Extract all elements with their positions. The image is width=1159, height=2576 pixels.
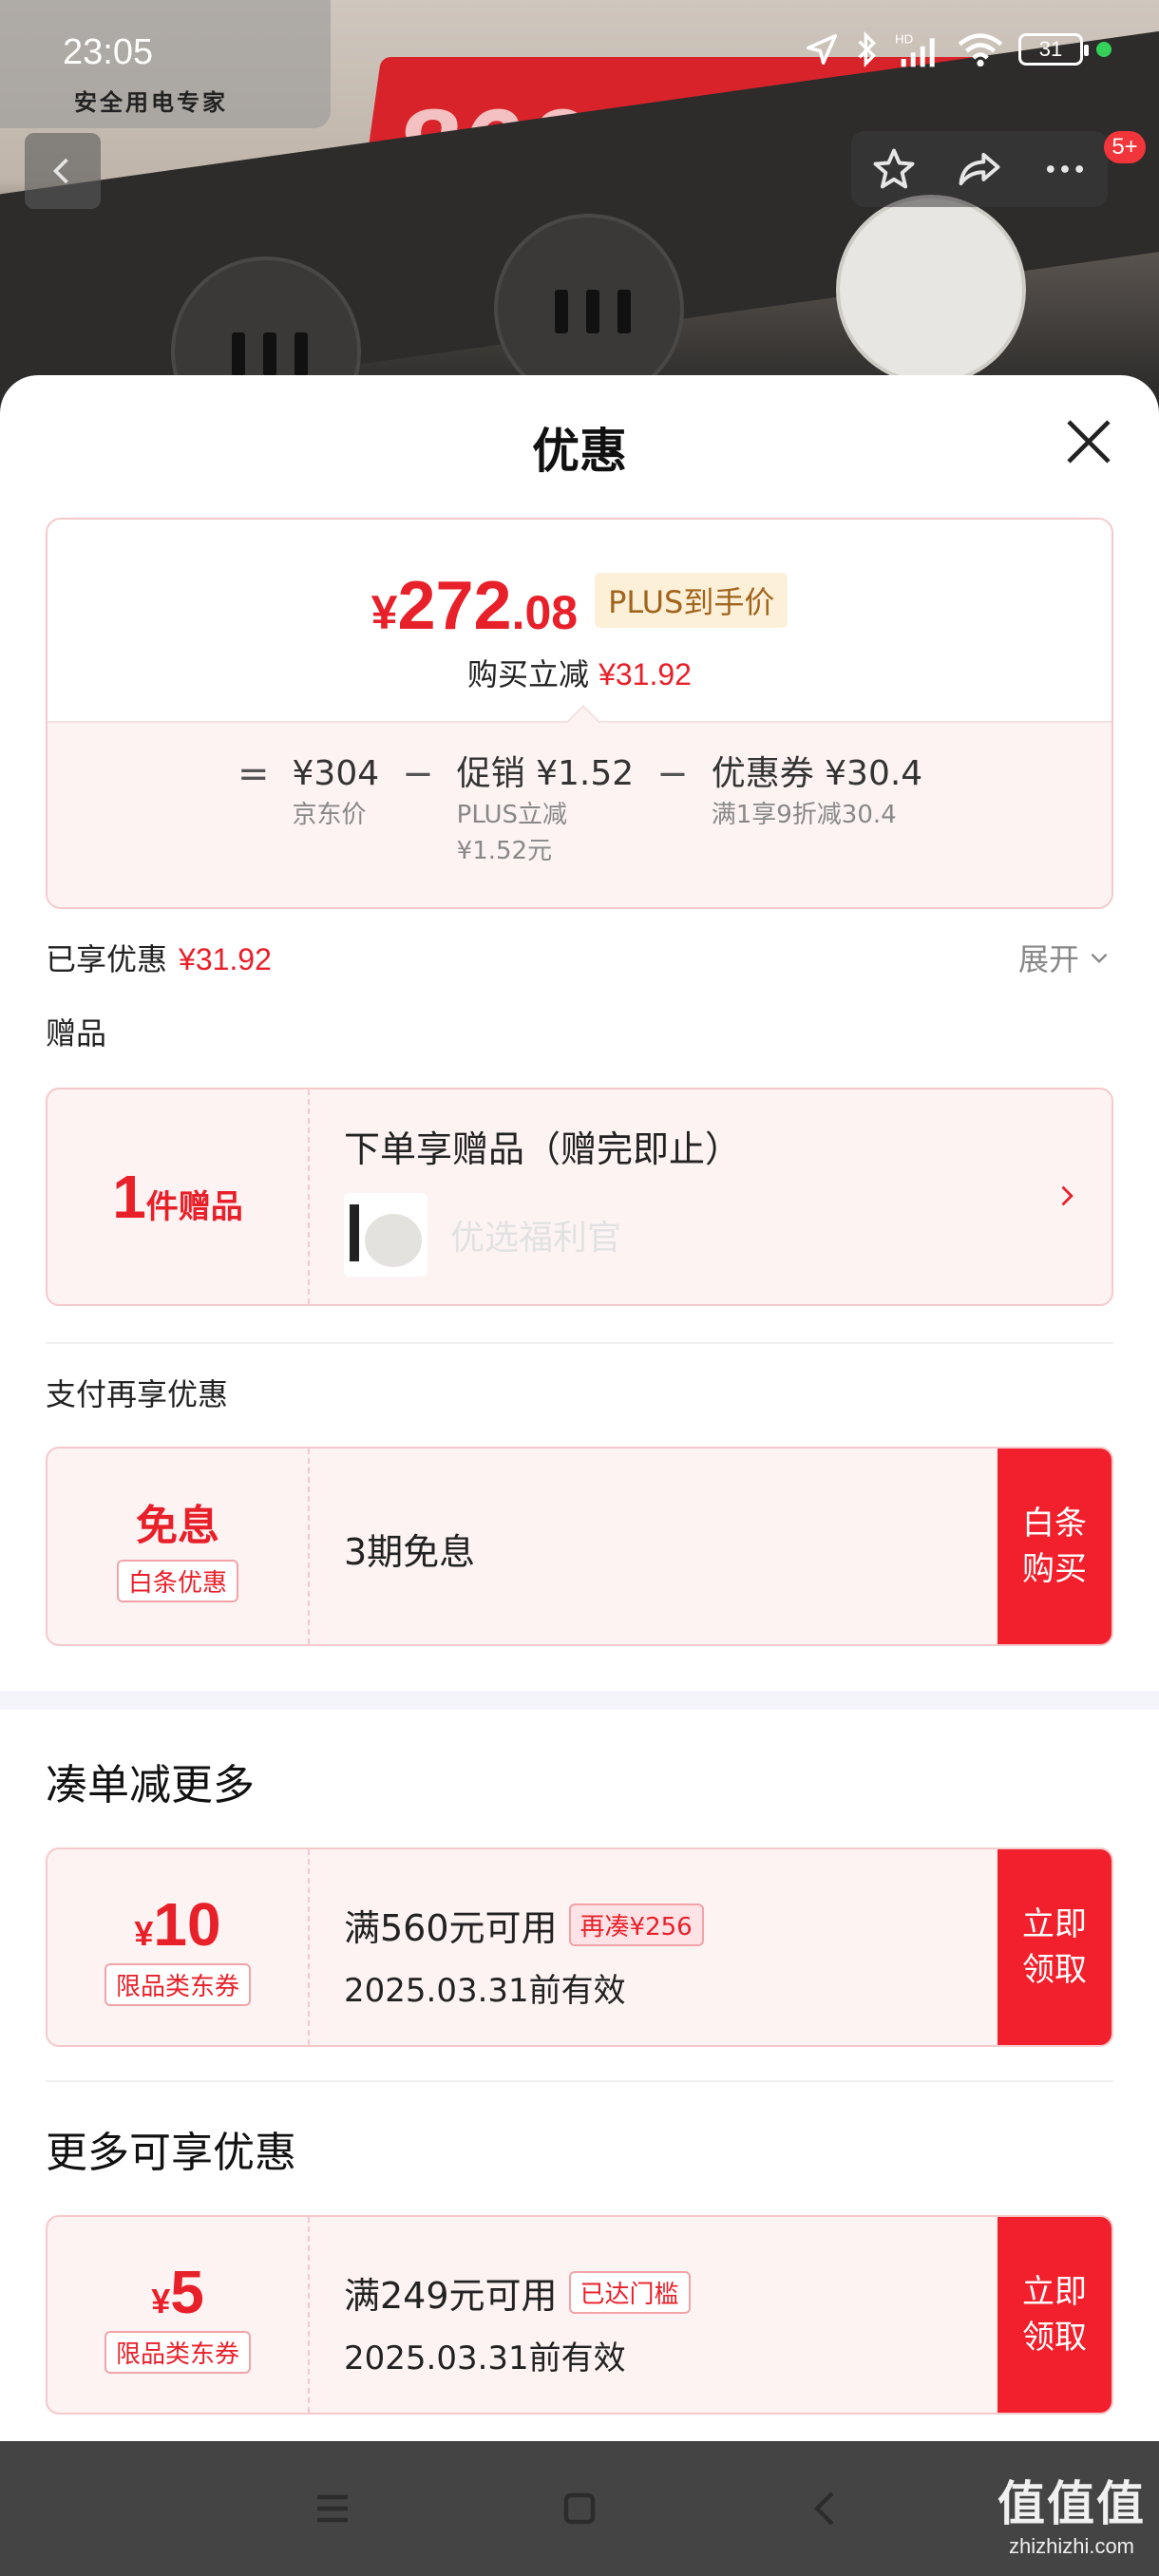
battery-indicator: 31 <box>1018 33 1089 66</box>
gift-thumbnail <box>344 1193 428 1277</box>
bluetooth-icon <box>858 30 877 68</box>
interest-free-title: 免息 <box>136 1501 219 1550</box>
back-button[interactable] <box>25 133 101 209</box>
threshold-met-chip: 已达门槛 <box>568 2271 691 2314</box>
price-formula: = ¥304 京东价 − 促销 ¥1.52 PLUS立减 ¥1.52元 − 优惠… <box>48 721 1112 907</box>
chevron-down-icon <box>1091 953 1108 964</box>
wifi-icon <box>958 33 1003 67</box>
coupon-card-5: ¥5 限品类东券 满249元可用 已达门槛 2025.03.31前有效 立即领取 <box>46 2215 1113 2415</box>
coupon-value: ¥5 <box>151 2257 204 2326</box>
system-navigation-bar <box>0 2441 1159 2576</box>
extra-section-title: 更多可享优惠 <box>46 2129 296 2177</box>
sheet-title: 优惠 <box>532 424 627 479</box>
brand-subtitle: 安全用电专家 <box>74 89 228 116</box>
gift-title: 下单享赠品（赠完即止） <box>344 1128 742 1170</box>
socket-right <box>836 195 1026 385</box>
jd-price: ¥304 京东价 <box>292 754 380 829</box>
signal-icon: HD <box>895 31 935 67</box>
more-section-title: 凑单减更多 <box>46 1761 255 1809</box>
status-time: 23:05 <box>63 32 154 72</box>
svg-text:HD: HD <box>895 31 913 46</box>
coupon-expiry: 2025.03.31前有效 <box>344 2339 626 2377</box>
chevron-right-icon <box>1061 1185 1074 1206</box>
back-arrow-icon[interactable] <box>804 2486 849 2531</box>
promo-discount: 促销 ¥1.52 PLUS立减 ¥1.52元 <box>456 754 635 865</box>
message-badge: 5+ <box>1104 131 1146 163</box>
coupon-add-more-chip: 再凑¥256 <box>568 1904 704 1946</box>
watermark: 值值值 zhizhizhi.com <box>998 2476 1146 2558</box>
coupon-condition: 满560元可用 <box>344 1907 558 1949</box>
chevron-left-icon <box>52 158 68 184</box>
final-price-row: ¥272.08 PLUS到手价 <box>48 567 1112 645</box>
location-arrow-icon <box>807 34 837 65</box>
share-icon[interactable] <box>955 144 1004 194</box>
baitiao-buy-button[interactable]: 白条购买 <box>998 1449 1112 1644</box>
brand-logo-box: 安全用电专家 <box>0 0 331 128</box>
price-summary-card: ¥272.08 PLUS到手价 购买立减 ¥31.92 = ¥304 京东价 − … <box>46 518 1113 909</box>
close-icon[interactable] <box>1062 415 1115 468</box>
socket-middle <box>494 214 684 399</box>
coupon-expiry: 2025.03.31前有效 <box>344 1972 626 2010</box>
pay-section-label: 支付再享优惠 <box>46 1376 229 1412</box>
coupon-discount: 优惠券 ¥30.4 满1享9折减30.4 <box>711 754 923 829</box>
coupon-value: ¥10 <box>134 1889 221 1959</box>
more-dots-icon[interactable] <box>1040 144 1090 194</box>
expand-button[interactable]: 展开 <box>1018 936 1112 979</box>
claim-coupon-button[interactable]: 立即领取 <box>998 2217 1112 2413</box>
enjoyed-discount: 已享优惠 ¥31.92 <box>46 941 272 977</box>
baitiao-chip: 白条优惠 <box>116 1559 238 1602</box>
coupon-card-10: ¥10 限品类东券 满560元可用 再凑¥256 2025.03.31前有效 立… <box>46 1847 1113 2047</box>
gift-count: 1件赠品 <box>112 1163 243 1231</box>
coupon-type-chip: 限品类东券 <box>104 2330 251 2374</box>
home-square-icon[interactable] <box>557 2486 602 2531</box>
gift-section-label: 赠品 <box>46 1015 107 1051</box>
gift-store-name: 优选福利官 <box>450 1219 622 1258</box>
coupon-condition: 满249元可用 <box>344 2275 558 2317</box>
pay-card[interactable]: 免息 白条优惠 3期免息 白条购买 <box>46 1447 1113 1646</box>
coupon-type-chip: 限品类东券 <box>104 1962 251 2006</box>
gift-card[interactable]: 1件赠品 下单享赠品（赠完即止） 优选福利官 <box>46 1088 1113 1306</box>
installment-text: 3期免息 <box>344 1531 476 1573</box>
header-actions <box>851 131 1108 207</box>
discount-sheet: 优惠 ¥272.08 PLUS到手价 购买立减 ¥31.92 = ¥304 京东价… <box>0 375 1159 2441</box>
instant-reduce-row: 购买立减 ¥31.92 <box>467 656 692 692</box>
plus-price-tag: PLUS到手价 <box>595 573 788 628</box>
privacy-dot <box>1096 42 1112 57</box>
claim-coupon-button[interactable]: 立即领取 <box>998 1849 1112 2045</box>
final-price: ¥272.08 <box>370 568 579 644</box>
favorite-star-icon[interactable] <box>869 144 919 194</box>
status-icons: HD 31 <box>804 30 1112 68</box>
menu-icon[interactable] <box>310 2486 355 2531</box>
